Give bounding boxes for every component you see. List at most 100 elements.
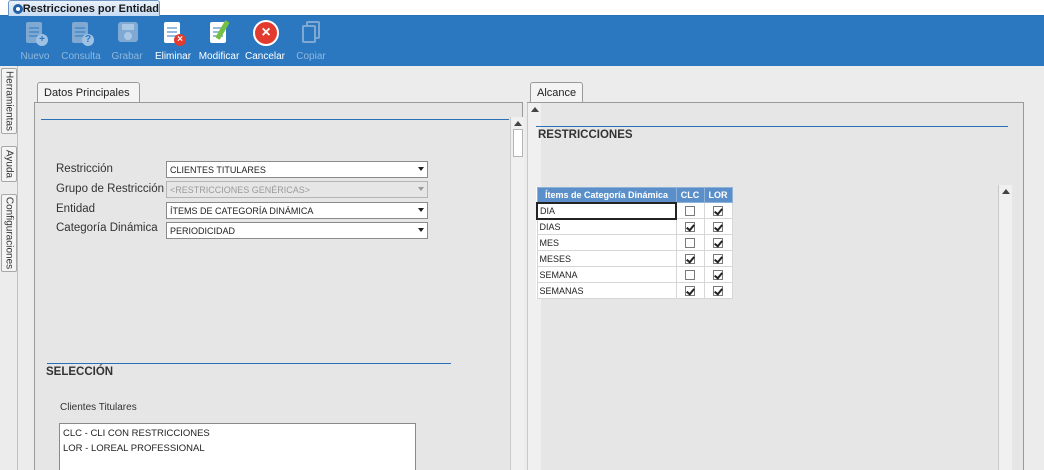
categoria-dinamica-select[interactable]: PERIODICIDAD — [166, 222, 428, 239]
delete-button[interactable]: × Eliminar — [150, 16, 196, 66]
entidad-label: Entidad — [56, 203, 96, 215]
chevron-down-icon — [418, 228, 424, 232]
header-divider — [41, 119, 509, 120]
cancel-button[interactable]: × Cancelar — [242, 16, 288, 66]
table-row[interactable]: DIAS — [536, 218, 733, 235]
seleccion-divider — [47, 363, 451, 364]
copy-button[interactable]: Copiar — [288, 16, 334, 66]
grid-cell-item[interactable]: MES — [536, 234, 677, 251]
save-button-label: Grabar — [111, 51, 143, 62]
clc-checkbox[interactable] — [685, 237, 695, 248]
scroll-thumb[interactable] — [513, 129, 523, 157]
clientes-titulares-list[interactable]: CLC - CLI CON RESTRICCIONES LOR - LOREAL… — [59, 423, 416, 470]
edit-button-label: Modificar — [198, 51, 240, 62]
table-row[interactable]: SEMANA — [536, 266, 733, 283]
list-item[interactable]: CLC - CLI CON RESTRICCIONES — [63, 426, 412, 441]
restriccion-value: CLIENTES TITULARES — [170, 165, 266, 175]
new-button[interactable]: + Nuevo — [12, 16, 58, 66]
column-header-clc[interactable]: CLC — [675, 187, 705, 203]
delete-button-label: Eliminar — [154, 51, 192, 62]
grid-vertical-scrollbar[interactable] — [998, 185, 1012, 470]
entidad-select[interactable]: ÍTEMS DE CATEGORÍA DINÁMICA — [166, 202, 428, 219]
lor-checkbox[interactable] — [713, 253, 723, 264]
categoria-dinamica-label: Categoría Dinámica — [56, 222, 158, 234]
restricciones-divider — [536, 126, 1008, 127]
chevron-down-icon — [418, 187, 424, 191]
table-row[interactable]: SEMANAS — [536, 282, 733, 299]
grid-cell-lor — [703, 234, 733, 251]
clc-checkbox[interactable] — [685, 253, 695, 264]
list-item[interactable]: LOR - LOREAL PROFESSIONAL — [63, 441, 412, 456]
alcance-panel: RESTRICCIONES Ítems de Categoría Dinámic… — [527, 102, 1024, 470]
grid-header-row: Ítems de Categoría Dinámica CLC LOR — [536, 187, 733, 203]
chevron-down-icon — [418, 167, 424, 171]
chevron-down-icon — [418, 208, 424, 212]
delete-document-icon: × — [160, 20, 186, 48]
grid-cell-lor — [703, 266, 733, 283]
column-header-items[interactable]: Ítems de Categoría Dinámica — [536, 187, 677, 203]
clc-checkbox[interactable] — [685, 285, 695, 296]
toolbar: + Nuevo ? Consulta Grabar × Eliminar Mod… — [0, 16, 1044, 66]
restriccion-label: Restricción — [56, 163, 113, 175]
clc-checkbox[interactable] — [685, 205, 696, 216]
restricciones-title: RESTRICCIONES — [538, 129, 633, 141]
query-button[interactable]: ? Consulta — [58, 16, 104, 66]
grid-cell-lor — [703, 250, 733, 267]
query-document-icon: ? — [68, 20, 94, 48]
datos-principales-panel: Restricción CLIENTES TITULARES Grupo de … — [34, 102, 524, 470]
app-logo-icon — [13, 3, 23, 15]
scroll-up-arrow-icon[interactable] — [1002, 189, 1010, 194]
side-tab-herramientas-label: Herramientas — [3, 70, 15, 132]
side-panel-tabs: Herramientas Ayuda Configuraciones — [0, 66, 18, 470]
side-tab-ayuda[interactable]: Ayuda — [1, 146, 17, 182]
grid-cell-clc — [675, 250, 705, 267]
edit-button[interactable]: Modificar — [196, 16, 242, 66]
document-tab[interactable]: Restricciones por Entidad — [8, 0, 160, 16]
entidad-value: ÍTEMS DE CATEGORÍA DINÁMICA — [170, 206, 314, 216]
document-tab-title: Restricciones por Entidad — [22, 2, 159, 15]
grid-cell-item[interactable]: SEMANAS — [536, 282, 677, 299]
tab-alcance[interactable]: Alcance — [530, 82, 583, 104]
grid-cell-item[interactable]: DIAS — [536, 218, 677, 235]
table-row[interactable]: MES — [536, 234, 733, 251]
grid-cell-item[interactable]: DIA — [536, 201, 677, 220]
side-tab-configuraciones-label: Configuraciones — [3, 196, 15, 270]
grupo-restriccion-label: Grupo de Restricción — [56, 183, 165, 195]
copy-icon — [298, 20, 324, 48]
lor-checkbox[interactable] — [713, 205, 723, 216]
left-vertical-scrollbar[interactable] — [510, 117, 524, 470]
grid-cell-clc — [675, 202, 705, 219]
floppy-disk-icon — [114, 20, 140, 48]
grid-cell-lor — [703, 218, 733, 235]
lor-checkbox[interactable] — [713, 237, 723, 248]
scroll-up-arrow-icon[interactable] — [531, 107, 539, 112]
lor-checkbox[interactable] — [713, 221, 723, 232]
clc-checkbox[interactable] — [685, 221, 695, 232]
lor-checkbox[interactable] — [713, 269, 723, 280]
grid-cell-clc — [675, 234, 705, 251]
table-row[interactable]: DIA — [536, 201, 733, 220]
grid-cell-lor — [703, 202, 733, 219]
save-button[interactable]: Grabar — [104, 16, 150, 66]
seleccion-title: SELECCIÓN — [46, 366, 114, 378]
column-header-lor[interactable]: LOR — [703, 187, 733, 203]
grid-cell-item[interactable]: SEMANA — [536, 266, 677, 283]
table-row[interactable]: MESES — [536, 250, 733, 267]
tab-datos-principales[interactable]: Datos Principales — [37, 82, 140, 104]
categoria-dinamica-value: PERIODICIDAD — [170, 226, 236, 236]
grid-cell-item[interactable]: MESES — [536, 250, 677, 267]
grid-cell-clc — [675, 282, 705, 299]
side-tab-configuraciones[interactable]: Configuraciones — [1, 194, 17, 272]
side-tab-herramientas[interactable]: Herramientas — [1, 68, 17, 134]
cancel-button-label: Cancelar — [244, 51, 286, 62]
scroll-up-arrow-icon[interactable] — [514, 121, 522, 126]
lor-checkbox[interactable] — [713, 285, 723, 296]
grupo-restriccion-select: <RESTRICCIONES GENÉRICAS> — [166, 181, 428, 198]
grid-cell-clc — [675, 218, 705, 235]
restriccion-select[interactable]: CLIENTES TITULARES — [166, 161, 428, 178]
side-tab-ayuda-label: Ayuda — [3, 149, 15, 179]
restricciones-grid[interactable]: Ítems de Categoría Dinámica CLC LOR DIA D… — [536, 187, 733, 299]
document-tab-strip: Restricciones por Entidad — [0, 0, 1044, 16]
clc-checkbox[interactable] — [685, 269, 695, 280]
query-button-label: Consulta — [61, 51, 101, 62]
